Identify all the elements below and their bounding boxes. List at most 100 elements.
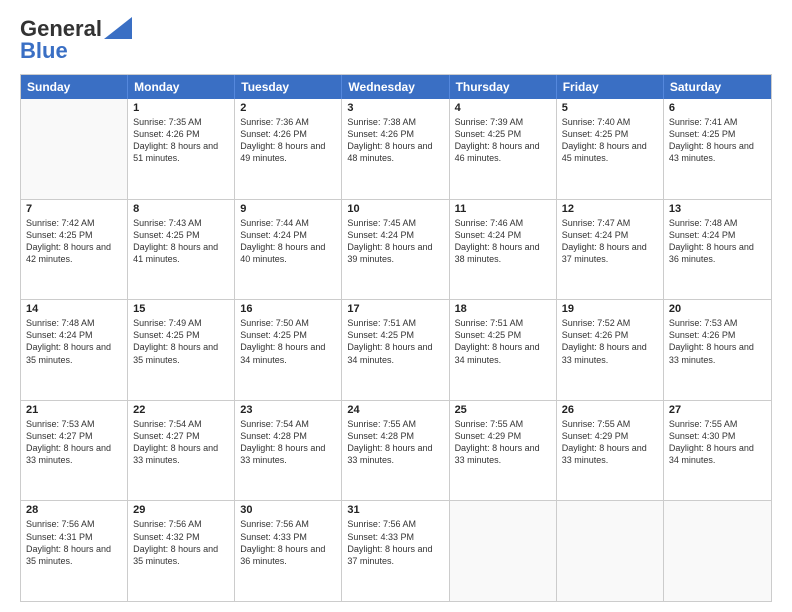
calendar-cell xyxy=(21,99,128,199)
calendar-cell: 17 Sunrise: 7:51 AMSunset: 4:25 PMDayligh… xyxy=(342,300,449,400)
weekday-header: Sunday xyxy=(21,75,128,99)
calendar-row: 21 Sunrise: 7:53 AMSunset: 4:27 PMDayligh… xyxy=(21,401,771,502)
calendar-cell: 27 Sunrise: 7:55 AMSunset: 4:30 PMDayligh… xyxy=(664,401,771,501)
calendar-cell: 8 Sunrise: 7:43 AMSunset: 4:25 PMDaylight… xyxy=(128,200,235,300)
calendar-cell: 22Sunrise: 7:54 AMSunset: 4:27 PMDayligh… xyxy=(128,401,235,501)
cell-info: Sunrise: 7:54 AMSunset: 4:28 PMDaylight:… xyxy=(240,418,336,467)
day-number: 1 xyxy=(133,102,229,114)
calendar-cell: 24 Sunrise: 7:55 AMSunset: 4:28 PMDayligh… xyxy=(342,401,449,501)
day-number: 18 xyxy=(455,303,551,315)
cell-info: Sunrise: 7:51 AMSunset: 4:25 PMDaylight:… xyxy=(347,317,443,366)
cell-info: Sunrise: 7:46 AMSunset: 4:24 PMDaylight:… xyxy=(455,217,551,266)
day-number: 25 xyxy=(455,404,551,416)
calendar-row: 28 Sunrise: 7:56 AMSunset: 4:31 PMDayligh… xyxy=(21,501,771,601)
calendar-cell: 2 Sunrise: 7:36 AMSunset: 4:26 PMDaylight… xyxy=(235,99,342,199)
day-number: 13 xyxy=(669,203,766,215)
day-number: 20 xyxy=(669,303,766,315)
calendar-cell xyxy=(557,501,664,601)
day-number: 15 xyxy=(133,303,229,315)
calendar-cell: 1 Sunrise: 7:35 AMSunset: 4:26 PMDaylight… xyxy=(128,99,235,199)
calendar-cell: 28 Sunrise: 7:56 AMSunset: 4:31 PMDayligh… xyxy=(21,501,128,601)
cell-info: Sunrise: 7:45 AMSunset: 4:24 PMDaylight:… xyxy=(347,217,443,266)
calendar-cell: 11 Sunrise: 7:46 AMSunset: 4:24 PMDayligh… xyxy=(450,200,557,300)
calendar-cell: 19Sunrise: 7:52 AMSunset: 4:26 PMDayligh… xyxy=(557,300,664,400)
cell-info: Sunrise: 7:56 AMSunset: 4:33 PMDaylight:… xyxy=(347,518,443,567)
day-number: 12 xyxy=(562,203,658,215)
cell-info: Sunrise: 7:55 AMSunset: 4:29 PMDaylight:… xyxy=(455,418,551,467)
cell-info: Sunrise: 7:56 AMSunset: 4:32 PMDaylight:… xyxy=(133,518,229,567)
cell-info: Sunrise: 7:51 AMSunset: 4:25 PMDaylight:… xyxy=(455,317,551,366)
day-number: 14 xyxy=(26,303,122,315)
day-number: 9 xyxy=(240,203,336,215)
calendar-cell: 6Sunrise: 7:41 AMSunset: 4:25 PMDaylight… xyxy=(664,99,771,199)
calendar-cell: 14 Sunrise: 7:48 AMSunset: 4:24 PMDayligh… xyxy=(21,300,128,400)
day-number: 27 xyxy=(669,404,766,416)
cell-info: Sunrise: 7:35 AMSunset: 4:26 PMDaylight:… xyxy=(133,116,229,165)
calendar-cell: 4 Sunrise: 7:39 AMSunset: 4:25 PMDaylight… xyxy=(450,99,557,199)
day-number: 3 xyxy=(347,102,443,114)
cell-info: Sunrise: 7:55 AMSunset: 4:30 PMDaylight:… xyxy=(669,418,766,467)
cell-info: Sunrise: 7:43 AMSunset: 4:25 PMDaylight:… xyxy=(133,217,229,266)
day-number: 4 xyxy=(455,102,551,114)
day-number: 23 xyxy=(240,404,336,416)
cell-info: Sunrise: 7:48 AMSunset: 4:24 PMDaylight:… xyxy=(669,217,766,266)
calendar-cell: 15Sunrise: 7:49 AMSunset: 4:25 PMDayligh… xyxy=(128,300,235,400)
page: General Blue SundayMondayTuesdayWednesda… xyxy=(0,0,792,612)
calendar-header: SundayMondayTuesdayWednesdayThursdayFrid… xyxy=(21,75,771,99)
logo-icon xyxy=(104,17,132,39)
weekday-header: Monday xyxy=(128,75,235,99)
cell-info: Sunrise: 7:39 AMSunset: 4:25 PMDaylight:… xyxy=(455,116,551,165)
calendar-cell: 25 Sunrise: 7:55 AMSunset: 4:29 PMDayligh… xyxy=(450,401,557,501)
calendar-cell: 5 Sunrise: 7:40 AMSunset: 4:25 PMDaylight… xyxy=(557,99,664,199)
calendar-row: 14 Sunrise: 7:48 AMSunset: 4:24 PMDayligh… xyxy=(21,300,771,401)
cell-info: Sunrise: 7:56 AMSunset: 4:31 PMDaylight:… xyxy=(26,518,122,567)
calendar-cell: 13 Sunrise: 7:48 AMSunset: 4:24 PMDayligh… xyxy=(664,200,771,300)
calendar-cell: 18 Sunrise: 7:51 AMSunset: 4:25 PMDayligh… xyxy=(450,300,557,400)
calendar-cell: 20Sunrise: 7:53 AMSunset: 4:26 PMDayligh… xyxy=(664,300,771,400)
cell-info: Sunrise: 7:48 AMSunset: 4:24 PMDaylight:… xyxy=(26,317,122,366)
weekday-header: Thursday xyxy=(450,75,557,99)
calendar-cell: 16Sunrise: 7:50 AMSunset: 4:25 PMDayligh… xyxy=(235,300,342,400)
cell-info: Sunrise: 7:52 AMSunset: 4:26 PMDaylight:… xyxy=(562,317,658,366)
calendar-cell: 23 Sunrise: 7:54 AMSunset: 4:28 PMDayligh… xyxy=(235,401,342,501)
day-number: 30 xyxy=(240,504,336,516)
header: General Blue xyxy=(20,16,772,64)
day-number: 24 xyxy=(347,404,443,416)
day-number: 11 xyxy=(455,203,551,215)
weekday-header: Saturday xyxy=(664,75,771,99)
day-number: 21 xyxy=(26,404,122,416)
calendar-cell: 26Sunrise: 7:55 AMSunset: 4:29 PMDayligh… xyxy=(557,401,664,501)
day-number: 8 xyxy=(133,203,229,215)
day-number: 31 xyxy=(347,504,443,516)
day-number: 29 xyxy=(133,504,229,516)
day-number: 28 xyxy=(26,504,122,516)
calendar-cell: 29 Sunrise: 7:56 AMSunset: 4:32 PMDayligh… xyxy=(128,501,235,601)
cell-info: Sunrise: 7:55 AMSunset: 4:28 PMDaylight:… xyxy=(347,418,443,467)
cell-info: Sunrise: 7:40 AMSunset: 4:25 PMDaylight:… xyxy=(562,116,658,165)
calendar: SundayMondayTuesdayWednesdayThursdayFrid… xyxy=(20,74,772,602)
weekday-header: Tuesday xyxy=(235,75,342,99)
cell-info: Sunrise: 7:38 AMSunset: 4:26 PMDaylight:… xyxy=(347,116,443,165)
calendar-cell: 12Sunrise: 7:47 AMSunset: 4:24 PMDayligh… xyxy=(557,200,664,300)
cell-info: Sunrise: 7:42 AMSunset: 4:25 PMDaylight:… xyxy=(26,217,122,266)
weekday-header: Friday xyxy=(557,75,664,99)
day-number: 10 xyxy=(347,203,443,215)
day-number: 26 xyxy=(562,404,658,416)
day-number: 2 xyxy=(240,102,336,114)
calendar-cell xyxy=(664,501,771,601)
day-number: 7 xyxy=(26,203,122,215)
cell-info: Sunrise: 7:36 AMSunset: 4:26 PMDaylight:… xyxy=(240,116,336,165)
calendar-cell: 31 Sunrise: 7:56 AMSunset: 4:33 PMDayligh… xyxy=(342,501,449,601)
day-number: 5 xyxy=(562,102,658,114)
weekday-header: Wednesday xyxy=(342,75,449,99)
calendar-cell: 30Sunrise: 7:56 AMSunset: 4:33 PMDayligh… xyxy=(235,501,342,601)
cell-info: Sunrise: 7:53 AMSunset: 4:27 PMDaylight:… xyxy=(26,418,122,467)
calendar-cell: 10 Sunrise: 7:45 AMSunset: 4:24 PMDayligh… xyxy=(342,200,449,300)
cell-info: Sunrise: 7:41 AMSunset: 4:25 PMDaylight:… xyxy=(669,116,766,165)
day-number: 17 xyxy=(347,303,443,315)
calendar-cell xyxy=(450,501,557,601)
cell-info: Sunrise: 7:44 AMSunset: 4:24 PMDaylight:… xyxy=(240,217,336,266)
calendar-row: 1 Sunrise: 7:35 AMSunset: 4:26 PMDaylight… xyxy=(21,99,771,200)
calendar-cell: 7 Sunrise: 7:42 AMSunset: 4:25 PMDaylight… xyxy=(21,200,128,300)
day-number: 22 xyxy=(133,404,229,416)
